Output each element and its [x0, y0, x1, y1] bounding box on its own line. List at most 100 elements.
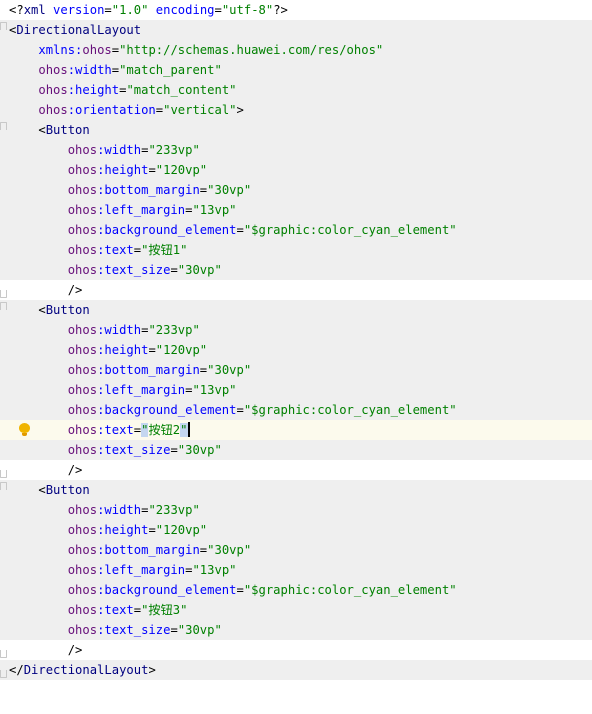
code-line[interactable]: ohos:height="match_content"	[0, 80, 592, 100]
fold-marker-icon[interactable]	[0, 280, 8, 300]
code-token: ohos	[67, 163, 98, 177]
code-token: "30vp"	[177, 623, 222, 637]
code-line[interactable]: ohos:text_size="30vp"	[0, 260, 592, 280]
code-token: :bottom_margin	[97, 543, 200, 557]
code-line[interactable]: ohos:left_margin="13vp"	[0, 380, 592, 400]
code-token: ohos	[67, 323, 98, 337]
code-text: ohos:text="按钮1"	[9, 240, 188, 260]
fold-marker-icon[interactable]	[0, 460, 8, 480]
code-line[interactable]: <Button	[0, 300, 592, 320]
code-token: =	[133, 423, 142, 437]
code-line[interactable]: ohos:height="120vp"	[0, 520, 592, 540]
code-line[interactable]: />	[0, 460, 592, 480]
code-token: =	[111, 43, 120, 57]
fold-marker-icon[interactable]	[0, 640, 8, 660]
fold-marker-icon[interactable]	[0, 480, 8, 500]
code-token: "$graphic:color_cyan_element"	[243, 583, 457, 597]
code-line[interactable]: ohos:background_element="$graphic:color_…	[0, 580, 592, 600]
code-token: :height	[97, 523, 149, 537]
code-line[interactable]: />	[0, 640, 592, 660]
code-token: ohos	[67, 443, 98, 457]
code-line[interactable]: ohos:width="233vp"	[0, 140, 592, 160]
code-line[interactable]: <DirectionalLayout	[0, 20, 592, 40]
code-line[interactable]: ohos:text="按钮3"	[0, 600, 592, 620]
code-token: >	[236, 103, 244, 117]
code-line[interactable]: ohos:text="按钮2"	[0, 420, 592, 440]
code-line[interactable]: ohos:text="按钮1"	[0, 240, 592, 260]
code-line[interactable]: ohos:bottom_margin="30vp"	[0, 360, 592, 380]
code-line[interactable]: ohos:left_margin="13vp"	[0, 200, 592, 220]
code-token: :bottom_margin	[97, 363, 200, 377]
code-token: "120vp"	[155, 343, 208, 357]
code-line[interactable]: xmlns:ohos="http://schemas.huawei.com/re…	[0, 40, 592, 60]
code-token: />	[67, 283, 83, 297]
code-token: xmlns:	[38, 43, 83, 57]
code-line[interactable]: ohos:text_size="30vp"	[0, 620, 592, 640]
fold-marker-icon[interactable]	[0, 660, 8, 680]
code-token: ohos	[67, 603, 98, 617]
code-token: ohos	[67, 203, 98, 217]
code-line[interactable]: ohos:bottom_margin="30vp"	[0, 180, 592, 200]
code-token: ohos	[38, 103, 68, 117]
code-line[interactable]: ohos:bottom_margin="30vp"	[0, 540, 592, 560]
code-editor[interactable]: <?xml version="1.0" encoding="utf-8"?> <D…	[0, 0, 592, 714]
code-text: ohos:height="match_content"	[9, 80, 236, 100]
code-token: ohos	[67, 383, 98, 397]
code-line[interactable]: <Button	[0, 480, 592, 500]
code-line[interactable]: ohos:width="233vp"	[0, 320, 592, 340]
code-line[interactable]: </DirectionalLayout>	[0, 660, 592, 680]
code-line[interactable]: ohos:height="120vp"	[0, 160, 592, 180]
code-text: <Button	[9, 300, 90, 320]
code-token: ohos	[67, 563, 98, 577]
code-text: ohos:left_margin="13vp"	[9, 380, 237, 400]
code-line[interactable]: ohos:width="match_parent"	[0, 60, 592, 80]
code-line[interactable]: ohos:width="233vp"	[0, 500, 592, 520]
code-text: ohos:text_size="30vp"	[9, 260, 222, 280]
code-text: ohos:width="233vp"	[9, 320, 200, 340]
code-token: Button	[45, 303, 90, 317]
fold-marker-icon[interactable]	[0, 20, 8, 40]
code-text: <?xml version="1.0" encoding="utf-8"?>	[9, 0, 288, 20]
code-token: "30vp"	[207, 183, 252, 197]
code-token: "120vp"	[155, 523, 208, 537]
code-token: Button	[45, 483, 90, 497]
fold-marker-icon[interactable]	[0, 300, 8, 320]
code-token: <?	[9, 3, 24, 17]
code-token: xml	[23, 3, 54, 17]
code-token: ohos	[82, 43, 112, 57]
code-line[interactable]: ohos:text_size="30vp"	[0, 440, 592, 460]
code-line[interactable]: <?xml version="1.0" encoding="utf-8"?>	[0, 0, 592, 20]
code-token: ohos	[67, 243, 98, 257]
code-text: ohos:background_element="$graphic:color_…	[9, 400, 457, 420]
code-token: :text	[97, 603, 134, 617]
selected-text: "	[180, 423, 188, 437]
code-token: encoding	[155, 3, 215, 17]
code-line[interactable]: ohos:height="120vp"	[0, 340, 592, 360]
code-token: :width	[67, 63, 112, 77]
code-token: :orientation	[67, 103, 156, 117]
code-token: :width	[97, 143, 142, 157]
code-token: ohos	[67, 423, 98, 437]
code-line[interactable]: <Button	[0, 120, 592, 140]
code-token: ohos	[67, 263, 98, 277]
code-line[interactable]: ohos:orientation="vertical">	[0, 100, 592, 120]
code-token: "$graphic:color_cyan_element"	[243, 223, 457, 237]
fold-marker-icon[interactable]	[0, 120, 8, 140]
code-token: =	[133, 603, 142, 617]
code-line[interactable]: ohos:background_element="$graphic:color_…	[0, 400, 592, 420]
code-line[interactable]: />	[0, 280, 592, 300]
code-token: =	[236, 223, 244, 237]
code-line[interactable]: ohos:left_margin="13vp"	[0, 560, 592, 580]
code-line[interactable]: ohos:background_element="$graphic:color_…	[0, 220, 592, 240]
code-token: Button	[45, 123, 90, 137]
code-token: :height	[97, 163, 149, 177]
